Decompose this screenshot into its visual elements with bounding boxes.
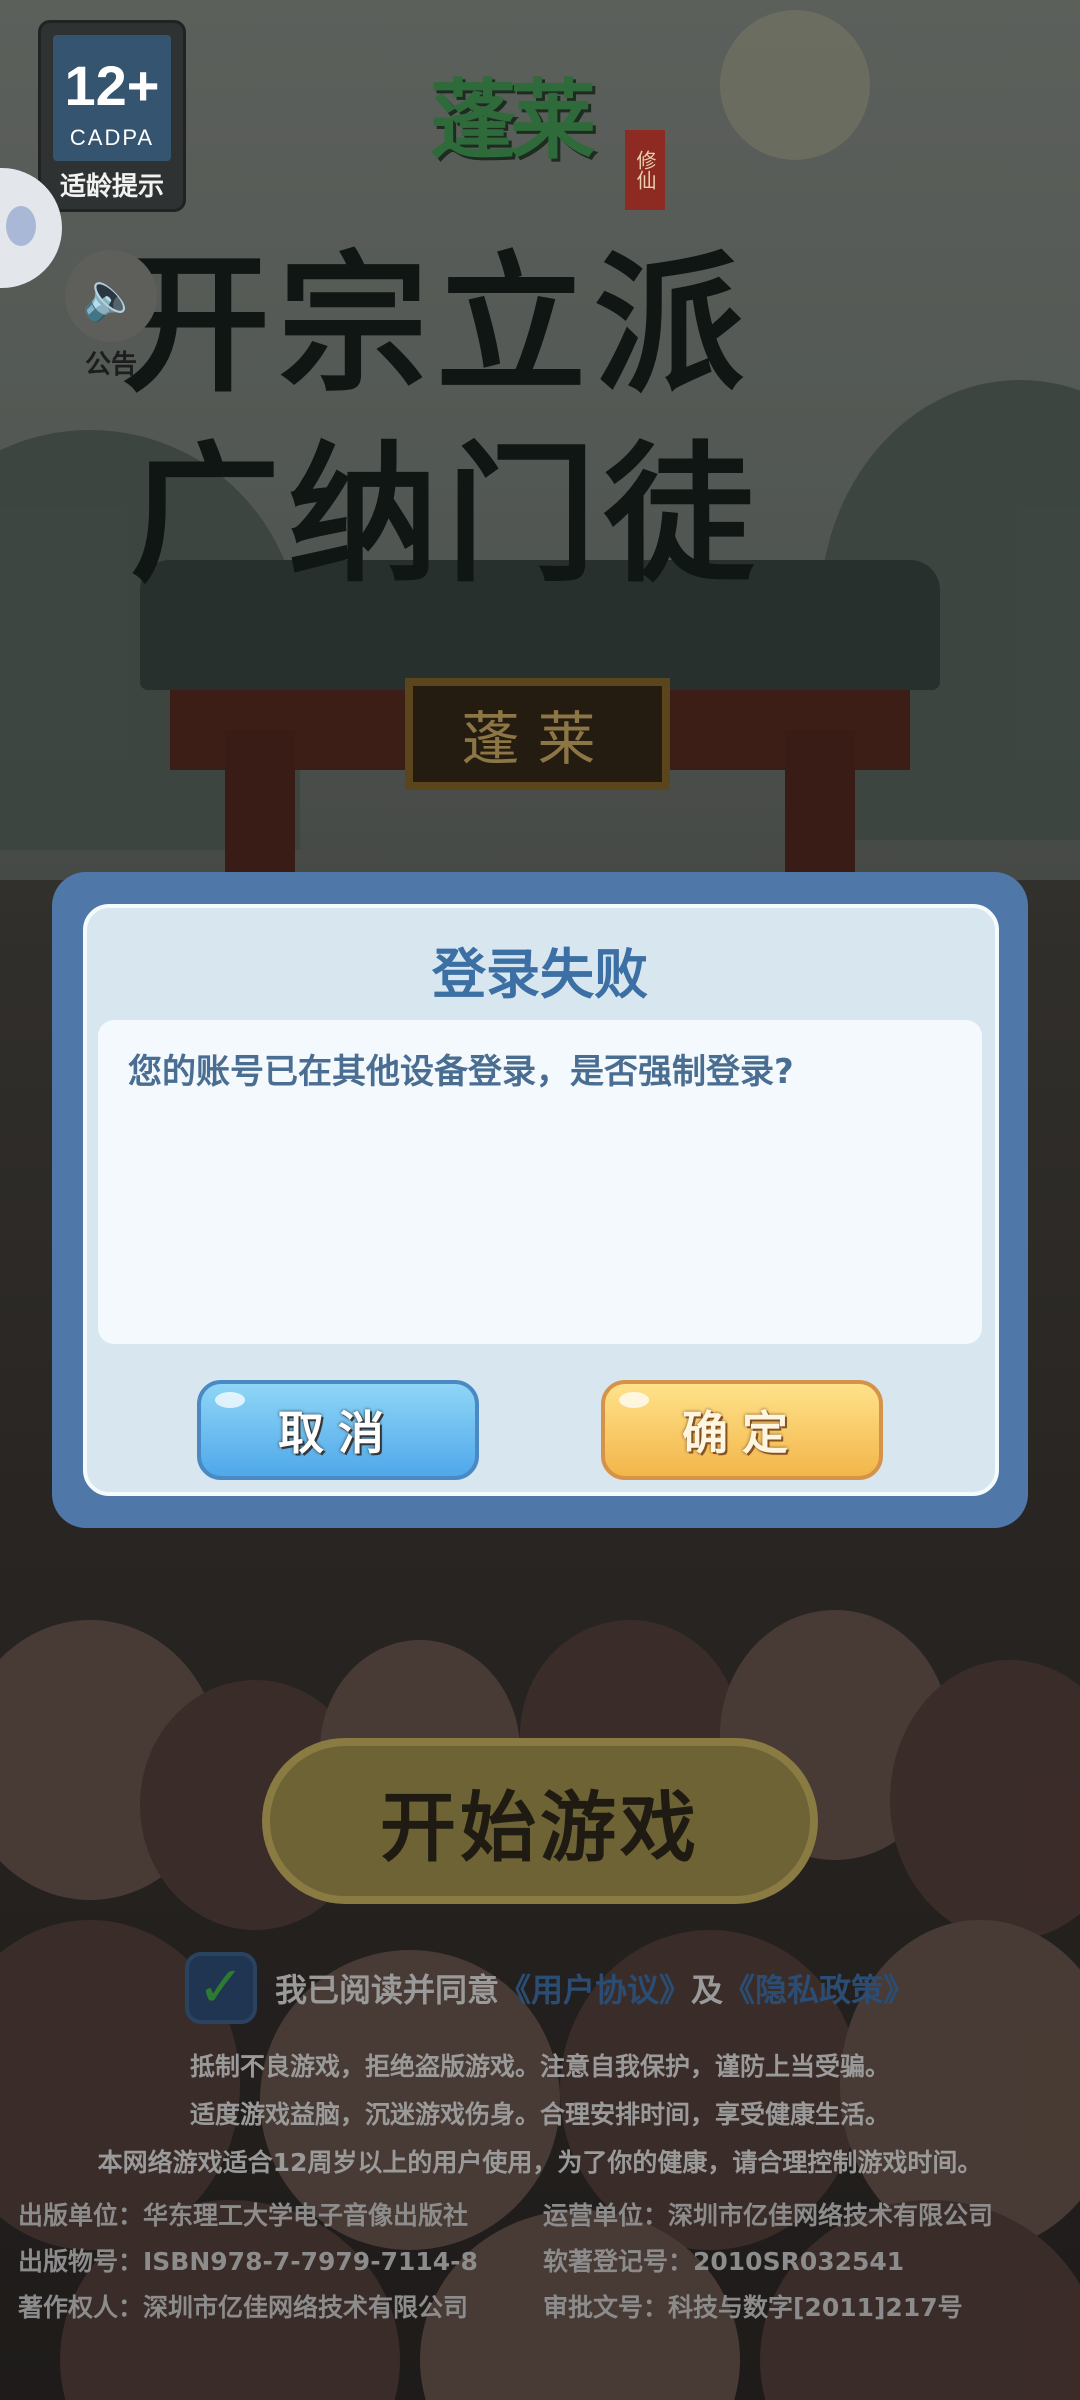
isbn-info: 出版物号：ISBN978-7-7979-7114-8: [18, 2247, 478, 2276]
agreement-row: ✓ 我已阅读并同意《用户协议》及《隐私政策》: [185, 1952, 915, 2024]
logo-seal: 修仙: [625, 130, 665, 210]
start-game-button[interactable]: 开始游戏: [262, 1738, 818, 1904]
agreement-and: 及: [691, 1971, 724, 2009]
agreement-text: 我已阅读并同意《用户协议》及《隐私政策》: [275, 1965, 915, 2011]
cancel-button[interactable]: 取消: [197, 1380, 479, 1480]
legal-line-1: 抵制不良游戏，拒绝盗版游戏。注意自我保护，谨防上当受骗。: [189, 2052, 890, 2081]
age-rating-number: 12+: [64, 54, 160, 117]
game-logo: 蓬莱 修仙: [420, 30, 680, 210]
agreement-prefix: 我已阅读并同意: [275, 1971, 500, 2009]
checkmark-icon: ✓: [197, 1955, 245, 2020]
privacy-policy-link[interactable]: 《隐私政策》: [723, 1971, 915, 2009]
publisher-info: 出版单位：华东理工大学电子音像出版社: [18, 2201, 469, 2230]
button-shine: [215, 1392, 245, 1408]
age-rating-badge[interactable]: 12+ CADPA 适龄提示: [38, 20, 186, 212]
age-rating-tip: 适龄提示: [59, 172, 164, 202]
legal-line-3: 本网络游戏适合12周岁以上的用户使用，为了你的健康，请合理控制游戏时间。: [97, 2148, 983, 2177]
confirm-button[interactable]: 确定: [601, 1380, 883, 1480]
age-rating-org: CADPA: [69, 125, 155, 150]
cancel-button-label: 取消: [278, 1406, 398, 1460]
dialog-title: 登录失败: [432, 943, 648, 1006]
legal-line-2: 适度游戏益脑，沉迷游戏伤身。合理安排时间，享受健康生活。: [189, 2100, 890, 2129]
agreement-checkbox[interactable]: ✓: [185, 1952, 257, 2024]
dialog-message: 您的账号已在其他设备登录，是否强制登录?: [128, 1052, 794, 1092]
start-game-label: 开始游戏: [380, 1783, 700, 1872]
age-rating-panel: 12+ CADPA: [53, 35, 171, 161]
user-agreement-link[interactable]: 《用户协议》: [499, 1971, 691, 2009]
operator-info: 运营单位：深圳市亿佳网络技术有限公司: [543, 2201, 994, 2230]
software-registration-info: 软著登记号：2010SR032541: [543, 2247, 905, 2276]
speaker-icon: 🔈: [65, 250, 157, 342]
assistant-icon: [6, 206, 36, 246]
logo-title: 蓬莱: [430, 70, 596, 171]
slogan-line-2: 广纳门徒: [130, 427, 763, 603]
button-shine: [619, 1392, 649, 1408]
notice-button[interactable]: 🔈 公告: [56, 250, 166, 380]
notice-label: 公告: [84, 350, 137, 380]
confirm-button-label: 确定: [682, 1406, 802, 1460]
slogan-line-1: 开宗立派: [120, 237, 753, 413]
copyright-info: 著作权人：深圳市亿佳网络技术有限公司: [18, 2293, 469, 2322]
approval-info: 审批文号：科技与数字[2011]217号: [543, 2293, 963, 2322]
